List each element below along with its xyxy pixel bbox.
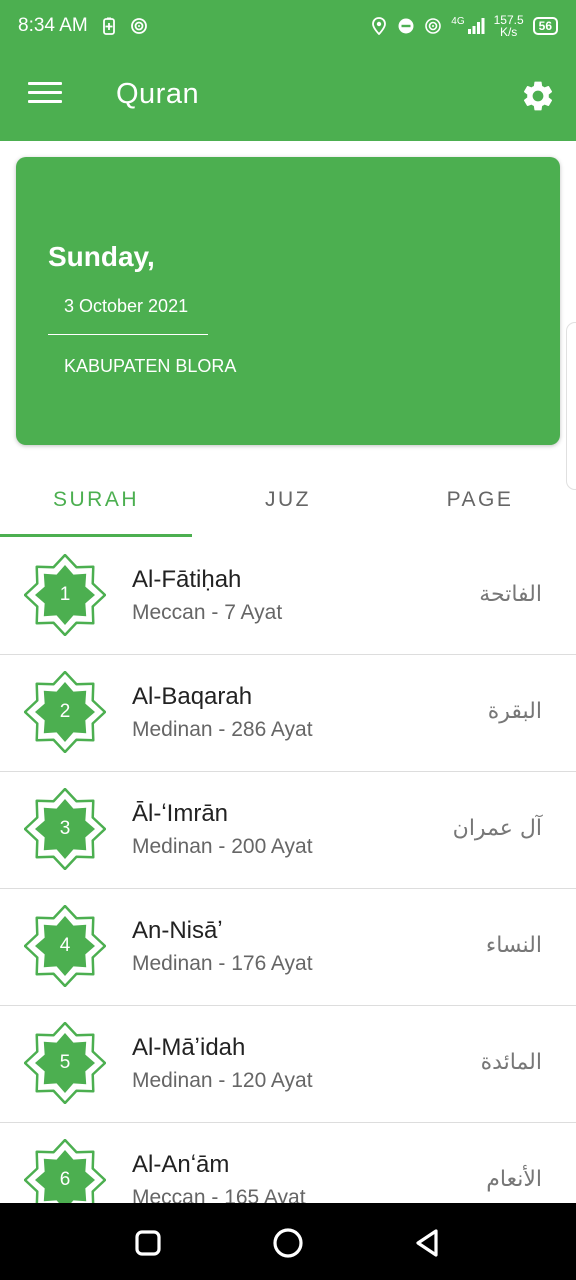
surah-number-badge: 2 <box>24 671 106 753</box>
status-right: 4G 157.5 K/s 56 <box>370 14 558 38</box>
date-card: Sunday, 3 October 2021 KABUPATEN BLORA <box>16 157 560 445</box>
back-triangle-icon[interactable] <box>410 1225 446 1261</box>
surah-arabic-name: الأنعام <box>486 1167 542 1192</box>
surah-number-badge: 5 <box>24 1022 106 1104</box>
surah-number: 3 <box>59 818 71 839</box>
app-title: Quran <box>116 78 200 110</box>
tab-page[interactable]: PAGE <box>384 465 576 537</box>
surah-arabic-name: المائدة <box>480 1050 542 1075</box>
surah-subtitle: Meccan - 7 Ayat <box>132 601 283 624</box>
surah-arabic-name: البقرة <box>487 699 542 724</box>
surah-list-item[interactable]: 5 Al-Māʼidah Medinan - 120 Ayat المائدة <box>0 1006 576 1123</box>
surah-list-item[interactable]: 1 Al-Fātiḥah Meccan - 7 Ayat الفاتحة <box>0 538 576 655</box>
status-time: 8:34 AM <box>18 15 88 36</box>
battery-indicator: 56 <box>532 17 558 35</box>
surah-list-item[interactable]: 3 Āl-ʻImrān Medinan - 200 Ayat آل عمران <box>0 772 576 889</box>
date-divider <box>48 334 208 335</box>
surah-number-badge: 1 <box>24 554 106 636</box>
surah-list: 1 Al-Fātiḥah Meccan - 7 Ayat الفاتحة 2 Al-Baq… <box>0 538 576 1203</box>
surah-list-item[interactable]: 4 An-Nisāʼ Medinan - 176 Ayat النساء <box>0 889 576 1006</box>
hotspot-icon <box>130 18 147 34</box>
surah-name: Āl-ʻImrān <box>132 800 229 827</box>
surah-subtitle: Medinan - 200 Ayat <box>132 835 313 858</box>
tab-juz[interactable]: JUZ <box>192 465 384 537</box>
surah-list-item[interactable]: 2 Al-Baqarah Medinan - 286 Ayat البقرة <box>0 655 576 772</box>
dnd-icon <box>398 18 414 34</box>
surah-number-badge: 4 <box>24 905 106 987</box>
navigation-bar <box>0 1203 576 1280</box>
surah-arabic-name: النساء <box>485 933 542 958</box>
surah-number: 5 <box>59 1052 71 1073</box>
surah-arabic-name: الفاتحة <box>479 582 542 607</box>
date-label: 3 October 2021 <box>64 296 189 316</box>
network-type: 4G <box>451 17 485 35</box>
surah-subtitle: Medinan - 120 Ayat <box>132 1069 313 1092</box>
surah-number: 6 <box>59 1169 71 1190</box>
hamburger-menu-icon[interactable] <box>28 82 62 110</box>
surah-name: Al-Baqarah <box>132 683 253 710</box>
tab-bar: SURAH JUZ PAGE <box>0 465 576 537</box>
day-label: Sunday, <box>48 241 155 272</box>
surah-subtitle: Medinan - 286 Ayat <box>132 718 313 741</box>
status-bar: 8:34 AM 4G 157.5 K/s 56 <box>0 0 576 52</box>
surah-subtitle: Meccan - 165 Ayat <box>132 1186 306 1203</box>
gear-icon[interactable] <box>520 78 556 114</box>
surah-arabic-name: آل عمران <box>452 816 542 841</box>
wifi-calling-icon <box>425 18 442 34</box>
net-speed: 157.5 K/s <box>493 13 524 39</box>
surah-list-item[interactable]: 6 Al-Anʻām Meccan - 165 Ayat الأنعام <box>0 1123 576 1203</box>
surah-name: Al-Fātiḥah <box>132 566 242 593</box>
location-label: KABUPATEN BLORA <box>64 356 237 376</box>
status-left: 8:34 AM <box>18 15 148 37</box>
app-bar: Quran <box>0 52 576 141</box>
recents-square-icon[interactable] <box>130 1225 166 1261</box>
surah-name: Al-Māʼidah <box>132 1034 246 1061</box>
surah-number: 1 <box>59 584 71 605</box>
surah-number: 2 <box>59 701 71 722</box>
battery-saver-icon <box>102 17 115 35</box>
location-icon <box>372 17 387 35</box>
surah-number-badge: 6 <box>24 1139 106 1203</box>
surah-number-badge: 3 <box>24 788 106 870</box>
surah-name: An-Nisāʼ <box>132 917 223 944</box>
surah-number: 4 <box>59 935 71 956</box>
tab-surah[interactable]: SURAH <box>0 465 192 537</box>
home-circle-icon[interactable] <box>270 1225 306 1261</box>
surah-name: Al-Anʻām <box>132 1151 230 1178</box>
surah-subtitle: Medinan - 176 Ayat <box>132 952 313 975</box>
signal-icon <box>467 18 485 34</box>
